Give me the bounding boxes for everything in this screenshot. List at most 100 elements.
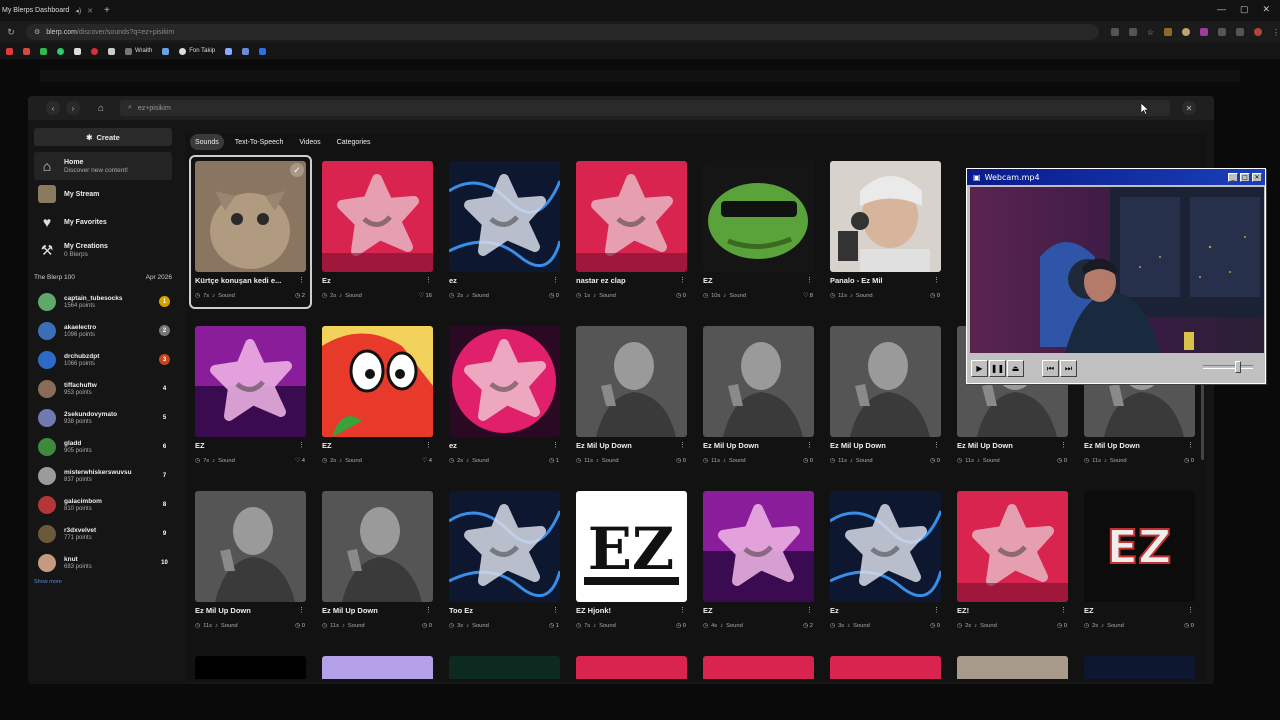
more-options-icon[interactable]: ⋮ — [933, 276, 940, 284]
more-options-icon[interactable]: ⋮ — [806, 276, 813, 284]
more-options-icon[interactable]: ⋮ — [933, 606, 940, 614]
bookmark-icon[interactable] — [108, 47, 115, 55]
leaderboard-row[interactable]: tiffachuftw 953 points 4 — [34, 374, 172, 403]
sound-title[interactable]: Ez Mil Up Down — [576, 441, 680, 450]
more-options-icon[interactable]: ⋮ — [298, 606, 305, 614]
bookmark-icon[interactable] — [242, 47, 250, 55]
bookmark-icon[interactable] — [74, 47, 81, 55]
sound-title[interactable]: EZ — [703, 276, 807, 285]
more-options-icon[interactable]: ⋮ — [552, 276, 559, 284]
bookmark-fon-takip[interactable]: Fon Takip — [179, 47, 215, 55]
sound-card[interactable]: Ez Mil Up Down ⋮ ◷ 11s ♪ Sound ◷ 0 — [699, 322, 818, 472]
webcam-title-bar[interactable]: ▣ Webcam.mp4 _ □ ✕ — [967, 169, 1265, 185]
eject-icon[interactable]: ⏏ — [1007, 360, 1024, 377]
sound-thumbnail-partial[interactable] — [449, 656, 560, 679]
more-options-icon[interactable]: ⋮ — [679, 276, 686, 284]
close-window-icon[interactable]: ✕ — [1262, 4, 1270, 15]
sidebar-item-my-creations[interactable]: ⚒ My Creations 0 Blerps — [34, 236, 172, 264]
sound-thumbnail[interactable] — [195, 326, 306, 437]
more-options-icon[interactable]: ⋮ — [425, 276, 432, 284]
tab-text-to-speech[interactable]: Text-To-Speech — [230, 134, 289, 150]
sound-title[interactable]: Ez Mil Up Down — [195, 606, 299, 615]
next-icon[interactable]: ⏭ — [1060, 360, 1077, 377]
show-more-link[interactable]: Show more — [34, 579, 178, 585]
leaderboard-row[interactable]: 2sekundovymato 938 points 5 — [34, 403, 172, 432]
sound-thumbnail[interactable] — [957, 491, 1068, 602]
leaderboard-row[interactable]: misterwhiskerswuvsu 837 points 7 — [34, 461, 172, 490]
sound-card[interactable]: EZ ⋮ ◷ 4s ♪ Sound ◷ 2 — [699, 487, 818, 637]
bookmark-gmail-icon[interactable] — [23, 47, 30, 55]
sound-thumbnail-partial[interactable] — [957, 656, 1068, 679]
sound-thumbnail[interactable] — [703, 161, 814, 272]
sound-title[interactable]: Kürtçe konuşan kedi e... — [195, 276, 299, 285]
sound-thumbnail[interactable] — [703, 326, 814, 437]
back-icon[interactable]: ‹ — [46, 101, 60, 115]
sound-card[interactable]: ez ⋮ ◷ 2s ♪ Sound ◷ 1 — [445, 322, 564, 472]
extension-icon[interactable] — [1128, 27, 1137, 36]
browser-tab[interactable]: My Blerps Dashboard ◂) ✕ — [0, 7, 96, 15]
more-options-icon[interactable]: ⋮ — [425, 606, 432, 614]
leaderboard-row[interactable]: gladd 905 points 6 — [34, 432, 172, 461]
sound-title[interactable]: Ez Mil Up Down — [1084, 441, 1188, 450]
more-options-icon[interactable]: ⋮ — [425, 441, 432, 449]
bookmark-icon[interactable] — [225, 47, 233, 55]
more-options-icon[interactable]: ⋮ — [298, 441, 305, 449]
more-options-icon[interactable]: ⋮ — [1187, 441, 1194, 449]
sound-card[interactable]: EZ ⋮ ◷ 7s ♪ Sound ♡ 4 — [191, 322, 310, 472]
sound-title[interactable]: Too Ez — [449, 606, 553, 615]
menu-icon[interactable]: ⋮ — [1272, 28, 1280, 37]
sound-card[interactable]: Panalo - Ez Mil ⋮ ◷ 11s ♪ Sound ◷ 0 — [826, 157, 945, 307]
sound-thumbnail[interactable] — [703, 491, 814, 602]
minimize-icon[interactable]: _ — [1228, 172, 1238, 182]
sound-card[interactable]: EZ EZ Hjonk! ⋮ ◷ 7s ♪ Sound ◷ 0 — [572, 487, 691, 637]
sound-card[interactable]: EZ EZ ⋮ ◷ 2s ♪ Sound ◷ 0 — [1080, 487, 1199, 637]
sound-thumbnail[interactable] — [830, 326, 941, 437]
more-options-icon[interactable]: ⋮ — [1060, 441, 1067, 449]
sound-title[interactable]: Ez — [830, 606, 934, 615]
more-options-icon[interactable]: ⋮ — [1187, 606, 1194, 614]
sound-card[interactable]: EZ ⋮ ◷ 10s ♪ Sound ♡ 8 — [699, 157, 818, 307]
extension-icon[interactable] — [1200, 27, 1208, 36]
more-options-icon[interactable]: ⋮ — [933, 441, 940, 449]
sound-card[interactable]: ez ⋮ ◷ 2s ♪ Sound ◷ 0 — [445, 157, 564, 307]
tab-videos[interactable]: Videos — [294, 134, 325, 150]
puzzle-icon[interactable] — [1236, 27, 1244, 36]
bookmark-icon[interactable] — [162, 47, 170, 55]
sound-title[interactable]: nastar ez clap — [576, 276, 680, 285]
close-icon[interactable]: ✕ — [1182, 101, 1196, 115]
sound-card[interactable]: EZ! ⋮ ◷ 2s ♪ Sound ◷ 0 — [953, 487, 1072, 637]
reload-icon[interactable]: ↻ — [4, 27, 18, 38]
sound-thumbnail-partial[interactable] — [322, 656, 433, 679]
sound-card[interactable]: Ez Mil Up Down ⋮ ◷ 11s ♪ Sound ◷ 0 — [318, 487, 437, 637]
sound-title[interactable]: EZ — [703, 606, 807, 615]
sound-title[interactable]: EZ — [1084, 606, 1188, 615]
sound-title[interactable]: Panalo - Ez Mil — [830, 276, 934, 285]
more-options-icon[interactable]: ⋮ — [298, 276, 305, 284]
more-options-icon[interactable]: ⋮ — [552, 606, 559, 614]
sound-card[interactable]: Ez Mil Up Down ⋮ ◷ 11s ♪ Sound ◷ 0 — [826, 322, 945, 472]
sound-title[interactable]: Ez Mil Up Down — [957, 441, 1061, 450]
sound-thumbnail[interactable]: EZ — [576, 491, 687, 602]
sidebar-item-home[interactable]: ⌂ Home Discover new content! — [34, 152, 172, 180]
more-options-icon[interactable]: ⋮ — [679, 441, 686, 449]
extension-icon[interactable] — [1218, 27, 1226, 36]
sound-thumbnail[interactable] — [449, 161, 560, 272]
bookmark-icon[interactable] — [40, 47, 47, 55]
sound-title[interactable]: Ez — [322, 276, 426, 285]
leaderboard-row[interactable]: akaelectro 1096 points 2 — [34, 316, 172, 345]
leaderboard-row[interactable]: drchubzdpt 1066 points 3 — [34, 345, 172, 374]
extension-icon[interactable] — [1164, 27, 1172, 36]
maximize-icon[interactable]: ▢ — [1240, 4, 1249, 15]
sidebar-item-my-favorites[interactable]: ♥ My Favorites — [34, 208, 172, 236]
sound-thumbnail[interactable] — [449, 326, 560, 437]
bookmark-whatsapp-icon[interactable] — [57, 47, 64, 55]
sound-thumbnail[interactable] — [576, 161, 687, 272]
sound-card[interactable]: ✓ Kürtçe konuşan kedi e... ⋮ ◷ 7s ♪ Soun… — [189, 155, 312, 309]
speaker-icon[interactable]: ◂) — [75, 7, 81, 15]
leaderboard-row[interactable]: galacimbom 810 points 8 — [34, 490, 172, 519]
profile-avatar[interactable] — [1254, 27, 1262, 36]
forward-icon[interactable]: › — [66, 101, 80, 115]
extension-icon[interactable] — [1182, 27, 1190, 36]
search-input[interactable]: ⌕ ez+pisikim — [120, 100, 1170, 116]
sound-thumbnail[interactable] — [195, 491, 306, 602]
